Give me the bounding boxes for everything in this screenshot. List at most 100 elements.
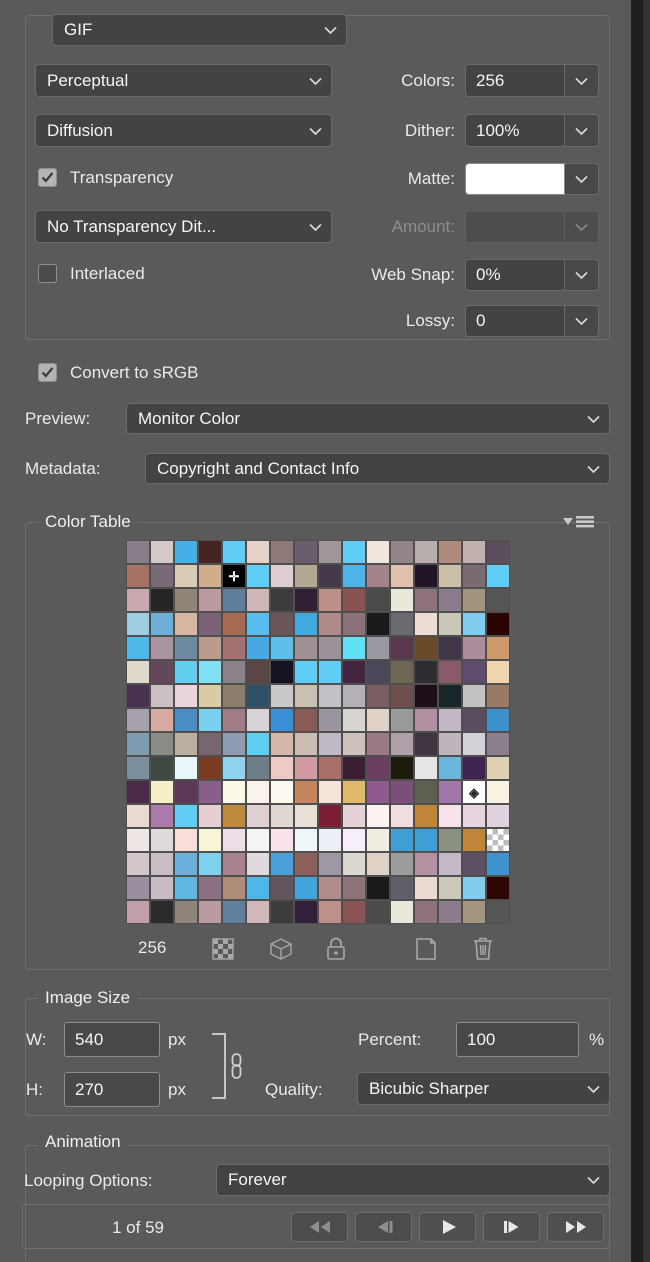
color-swatch[interactable] [222,756,246,780]
color-swatch[interactable] [462,708,486,732]
color-swatch[interactable] [294,660,318,684]
color-swatch[interactable] [246,564,270,588]
previous-frame-button[interactable] [355,1212,412,1242]
color-swatch[interactable] [246,660,270,684]
color-swatch[interactable] [462,660,486,684]
dither-stepper[interactable] [565,114,599,147]
first-frame-button[interactable] [291,1212,348,1242]
color-swatch[interactable] [150,756,174,780]
color-swatch[interactable] [150,828,174,852]
color-swatch[interactable] [414,876,438,900]
color-swatch[interactable] [294,708,318,732]
chain-link-icon[interactable] [228,1052,245,1085]
color-swatch[interactable] [438,876,462,900]
color-swatch[interactable] [486,588,510,612]
color-swatch[interactable] [318,828,342,852]
color-swatch[interactable] [246,900,270,924]
color-swatch[interactable] [198,612,222,636]
color-swatch[interactable] [126,900,150,924]
color-swatch[interactable] [174,732,198,756]
color-swatch[interactable] [414,780,438,804]
color-swatch[interactable] [462,828,486,852]
color-swatch[interactable] [438,684,462,708]
color-swatch[interactable] [486,540,510,564]
color-swatch[interactable] [126,804,150,828]
color-swatch[interactable] [366,588,390,612]
preview-dropdown[interactable]: Monitor Color [126,403,610,434]
color-swatch[interactable] [438,612,462,636]
color-swatch[interactable] [222,708,246,732]
dither-input[interactable]: 100% [465,114,565,147]
color-swatch[interactable] [318,612,342,636]
color-swatch[interactable] [414,732,438,756]
matte-color-swatch[interactable] [465,163,565,195]
color-swatch[interactable] [294,636,318,660]
web-snap-stepper[interactable] [565,259,599,291]
color-swatch[interactable] [318,732,342,756]
color-swatch[interactable] [414,612,438,636]
color-swatch[interactable] [438,588,462,612]
color-swatch[interactable] [174,804,198,828]
color-swatch[interactable] [486,876,510,900]
color-swatch[interactable] [390,756,414,780]
color-swatch[interactable] [342,828,366,852]
color-swatch[interactable] [342,876,366,900]
color-swatch[interactable] [462,900,486,924]
color-swatch[interactable] [222,876,246,900]
color-swatch[interactable] [318,780,342,804]
color-swatch[interactable] [126,660,150,684]
color-swatch[interactable] [126,780,150,804]
color-swatch[interactable] [390,660,414,684]
color-swatch[interactable] [198,804,222,828]
color-swatch[interactable] [126,756,150,780]
color-swatch[interactable] [438,636,462,660]
color-swatch[interactable] [414,684,438,708]
color-swatch[interactable] [486,804,510,828]
color-swatch-web-safe-marked[interactable]: ◈ [462,780,486,804]
color-swatch[interactable] [366,708,390,732]
trash-icon[interactable] [470,936,496,962]
color-swatch[interactable] [150,852,174,876]
color-swatch[interactable] [270,780,294,804]
quality-dropdown[interactable]: Bicubic Sharper [357,1072,610,1105]
color-swatch[interactable] [486,900,510,924]
color-swatch[interactable] [294,780,318,804]
color-swatch[interactable] [390,588,414,612]
color-swatch[interactable] [294,732,318,756]
color-swatch-transparent-marked[interactable]: ✛ [222,564,246,588]
color-swatch[interactable] [198,828,222,852]
color-swatch[interactable] [366,828,390,852]
lossy-input[interactable]: 0 [465,305,565,337]
color-swatch[interactable] [198,876,222,900]
color-swatch[interactable] [198,564,222,588]
color-swatch[interactable] [318,684,342,708]
color-swatch[interactable] [270,708,294,732]
color-swatch[interactable] [318,756,342,780]
color-swatch[interactable] [270,636,294,660]
color-swatch[interactable] [150,804,174,828]
color-swatch[interactable] [462,852,486,876]
color-swatch[interactable] [222,612,246,636]
color-swatch[interactable] [150,780,174,804]
color-swatch[interactable] [270,804,294,828]
color-swatch[interactable] [318,588,342,612]
color-swatch[interactable] [318,636,342,660]
color-swatch[interactable] [198,636,222,660]
color-swatch[interactable] [198,780,222,804]
color-swatch[interactable] [462,756,486,780]
color-swatch[interactable] [486,852,510,876]
play-button[interactable] [419,1212,476,1242]
color-swatch[interactable] [486,660,510,684]
next-frame-button[interactable] [483,1212,540,1242]
color-swatch[interactable] [342,636,366,660]
interlaced-checkbox[interactable] [38,264,57,283]
color-swatch[interactable] [222,900,246,924]
color-swatch[interactable] [270,612,294,636]
color-swatch[interactable] [222,660,246,684]
color-swatch[interactable] [246,636,270,660]
color-swatch[interactable] [318,804,342,828]
color-swatch[interactable] [438,900,462,924]
color-swatch[interactable] [462,588,486,612]
color-swatch[interactable] [174,540,198,564]
color-swatch[interactable] [342,804,366,828]
